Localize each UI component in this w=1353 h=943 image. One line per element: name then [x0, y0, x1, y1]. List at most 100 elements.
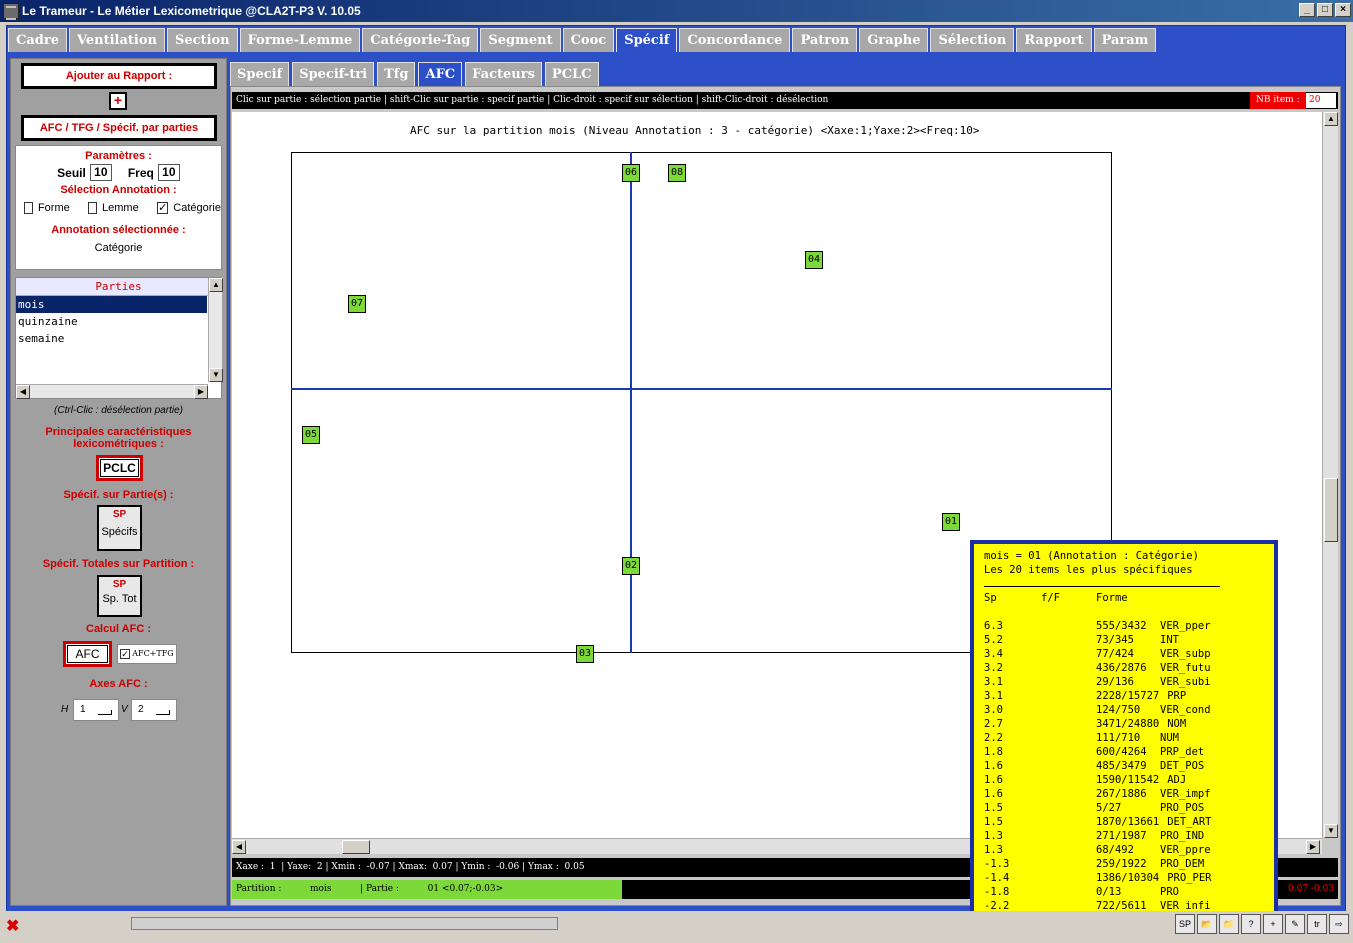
- scroll-thumb[interactable]: [1324, 478, 1338, 542]
- tab-7[interactable]: Spécif: [616, 28, 678, 52]
- add-report-label: Ajouter au Rapport :: [65, 70, 173, 82]
- parties-hscrollbar[interactable]: ◀ ▶: [16, 384, 208, 399]
- categorie-checkbox[interactable]: ✓: [157, 202, 169, 214]
- toolbar-icon[interactable]: ⇨: [1329, 914, 1349, 934]
- afc-button-label: AFC: [67, 645, 108, 663]
- spin-icon: [156, 710, 170, 715]
- tooltip-row: -1.8 0/13 PRO: [984, 885, 1274, 899]
- tab-6[interactable]: Cooc: [562, 28, 615, 52]
- tooltip-ff-forme: 1590/11542 ADJ: [1096, 773, 1264, 787]
- tab-0[interactable]: Cadre: [8, 28, 67, 52]
- point-06[interactable]: 06: [622, 164, 640, 182]
- tooltip-ff-forme: 271/1987 PRO_IND: [1096, 829, 1264, 843]
- tab-4[interactable]: Catégorie-Tag: [362, 28, 479, 52]
- tab-1[interactable]: Ventilation: [68, 28, 165, 52]
- tab-5[interactable]: Segment: [480, 28, 561, 52]
- left-panel: Ajouter au Rapport : + AFC / TFG / Spéci…: [10, 58, 227, 906]
- close-button[interactable]: ×: [1335, 3, 1351, 17]
- lemme-checkbox[interactable]: [88, 202, 98, 214]
- point-03[interactable]: 03: [576, 645, 594, 663]
- params-panel: Paramètres : Seuil 10 Freq 10 Sélection …: [15, 145, 222, 270]
- parties-vscrollbar[interactable]: ▲ ▼: [208, 278, 223, 382]
- subtab-1[interactable]: Specif-tri: [292, 62, 375, 86]
- toolbar-icon[interactable]: tr: [1307, 914, 1327, 934]
- tooltip-forme: NUM: [1160, 732, 1179, 744]
- subtab-5[interactable]: PCLC: [544, 62, 599, 86]
- subtab-4[interactable]: Facteurs: [465, 62, 542, 86]
- add-report-plus-button[interactable]: +: [109, 92, 127, 110]
- toolbar-icon[interactable]: +: [1263, 914, 1283, 934]
- scroll-up-icon[interactable]: ▲: [209, 278, 223, 292]
- toolbar-icon[interactable]: ?: [1241, 914, 1261, 934]
- tooltip-forme: INT: [1160, 634, 1179, 646]
- v-axis-select[interactable]: 2: [131, 699, 177, 721]
- canvas-vscrollbar[interactable]: ▲ ▼: [1322, 112, 1338, 838]
- afc-tfg-checkbox-wrap[interactable]: ✓ AFC+TFG: [117, 644, 177, 664]
- nb-item-input[interactable]: 20: [1306, 93, 1336, 108]
- scroll-left-icon[interactable]: ◀: [232, 840, 246, 854]
- title-bar: Le Trameur - Le Métier Lexicometrique @C…: [0, 0, 1353, 22]
- tab-12[interactable]: Rapport: [1016, 28, 1092, 52]
- freq-input[interactable]: 10: [157, 164, 180, 181]
- tooltip-ff: 259/1922: [1096, 858, 1147, 870]
- scroll-right-icon[interactable]: ▶: [194, 385, 208, 399]
- pclc-button[interactable]: PCLC: [96, 455, 143, 481]
- seuil-input[interactable]: 10: [89, 164, 112, 181]
- toolbar-icon[interactable]: 📂: [1197, 914, 1217, 934]
- status-toolbar: SP 📂 📁? + ✎ tr ⇨: [1175, 914, 1349, 934]
- toolbar-icon[interactable]: ✎: [1285, 914, 1305, 934]
- list-item[interactable]: mois: [16, 296, 207, 313]
- scroll-left-icon[interactable]: ◀: [16, 385, 30, 399]
- tab-8[interactable]: Concordance: [679, 28, 791, 52]
- toolbar-icon[interactable]: 📁: [1219, 914, 1239, 934]
- subtab-3[interactable]: AFC: [418, 62, 463, 86]
- scroll-right-icon[interactable]: ▶: [1306, 840, 1320, 854]
- tooltip-sp: 6.3: [984, 620, 1003, 632]
- point-08[interactable]: 08: [668, 164, 686, 182]
- tab-13[interactable]: Param: [1093, 28, 1157, 52]
- afc-tfg-checkbox[interactable]: ✓: [120, 648, 130, 659]
- point-01[interactable]: 01: [942, 513, 960, 531]
- maximize-button[interactable]: □: [1317, 3, 1333, 17]
- point-07[interactable]: 07: [348, 295, 366, 313]
- pclc-button-label: PCLC: [100, 459, 139, 477]
- subtab-0[interactable]: Specif: [230, 62, 290, 86]
- tooltip-sp: 2.2: [984, 732, 1003, 744]
- tooltip-ff-forme: 267/1886 VER_impf: [1096, 787, 1264, 801]
- tab-11[interactable]: Sélection: [930, 28, 1015, 52]
- toolbar-icon[interactable]: SP: [1175, 914, 1195, 934]
- specifs-button[interactable]: SP Spécifs: [97, 505, 142, 551]
- tooltip-row: 1.6 267/1886 VER_impf: [984, 787, 1274, 801]
- subtab-2[interactable]: Tfg: [377, 62, 416, 86]
- list-item[interactable]: semaine: [16, 330, 207, 347]
- nb-item-label: NB item :: [1250, 92, 1306, 109]
- seuil-label: Seuil: [57, 165, 86, 180]
- scroll-down-icon[interactable]: ▼: [1324, 824, 1338, 838]
- list-item[interactable]: quinzaine: [16, 313, 207, 330]
- mode-box: AFC / TFG / Spécif. par parties: [21, 115, 217, 141]
- sptot-button[interactable]: SP Sp. Tot: [97, 575, 142, 617]
- point-02[interactable]: 02: [622, 557, 640, 575]
- tooltip-ff: 73/345: [1096, 634, 1134, 646]
- scroll-up-icon[interactable]: ▲: [1324, 112, 1338, 126]
- scroll-down-icon[interactable]: ▼: [209, 368, 223, 382]
- tooltip-ff-forme: 436/2876 VER_futu: [1096, 661, 1264, 675]
- tooltip-row: 3.1 29/136 VER_subi: [984, 675, 1274, 689]
- close-icon[interactable]: ✖: [6, 916, 19, 936]
- tooltip-ff: 0/13: [1096, 886, 1122, 898]
- tab-10[interactable]: Graphe: [859, 28, 929, 52]
- tab-3[interactable]: Forme-Lemme: [239, 28, 361, 52]
- tab-9[interactable]: Patron: [792, 28, 858, 52]
- tab-2[interactable]: Section: [166, 28, 238, 52]
- point-05[interactable]: 05: [302, 426, 320, 444]
- tooltip-ff-forme: 111/710 NUM: [1096, 731, 1264, 745]
- tooltip-sp: 2.7: [984, 718, 1003, 730]
- minimize-button[interactable]: _: [1299, 3, 1315, 17]
- scroll-thumb[interactable]: [342, 840, 370, 854]
- tooltip-ff: 29/136: [1096, 676, 1134, 688]
- forme-checkbox[interactable]: [24, 202, 33, 214]
- afc-button[interactable]: AFC: [63, 641, 112, 667]
- point-04[interactable]: 04: [805, 251, 823, 269]
- h-axis-select[interactable]: 1: [73, 699, 119, 721]
- add-report-box[interactable]: Ajouter au Rapport :: [21, 63, 217, 89]
